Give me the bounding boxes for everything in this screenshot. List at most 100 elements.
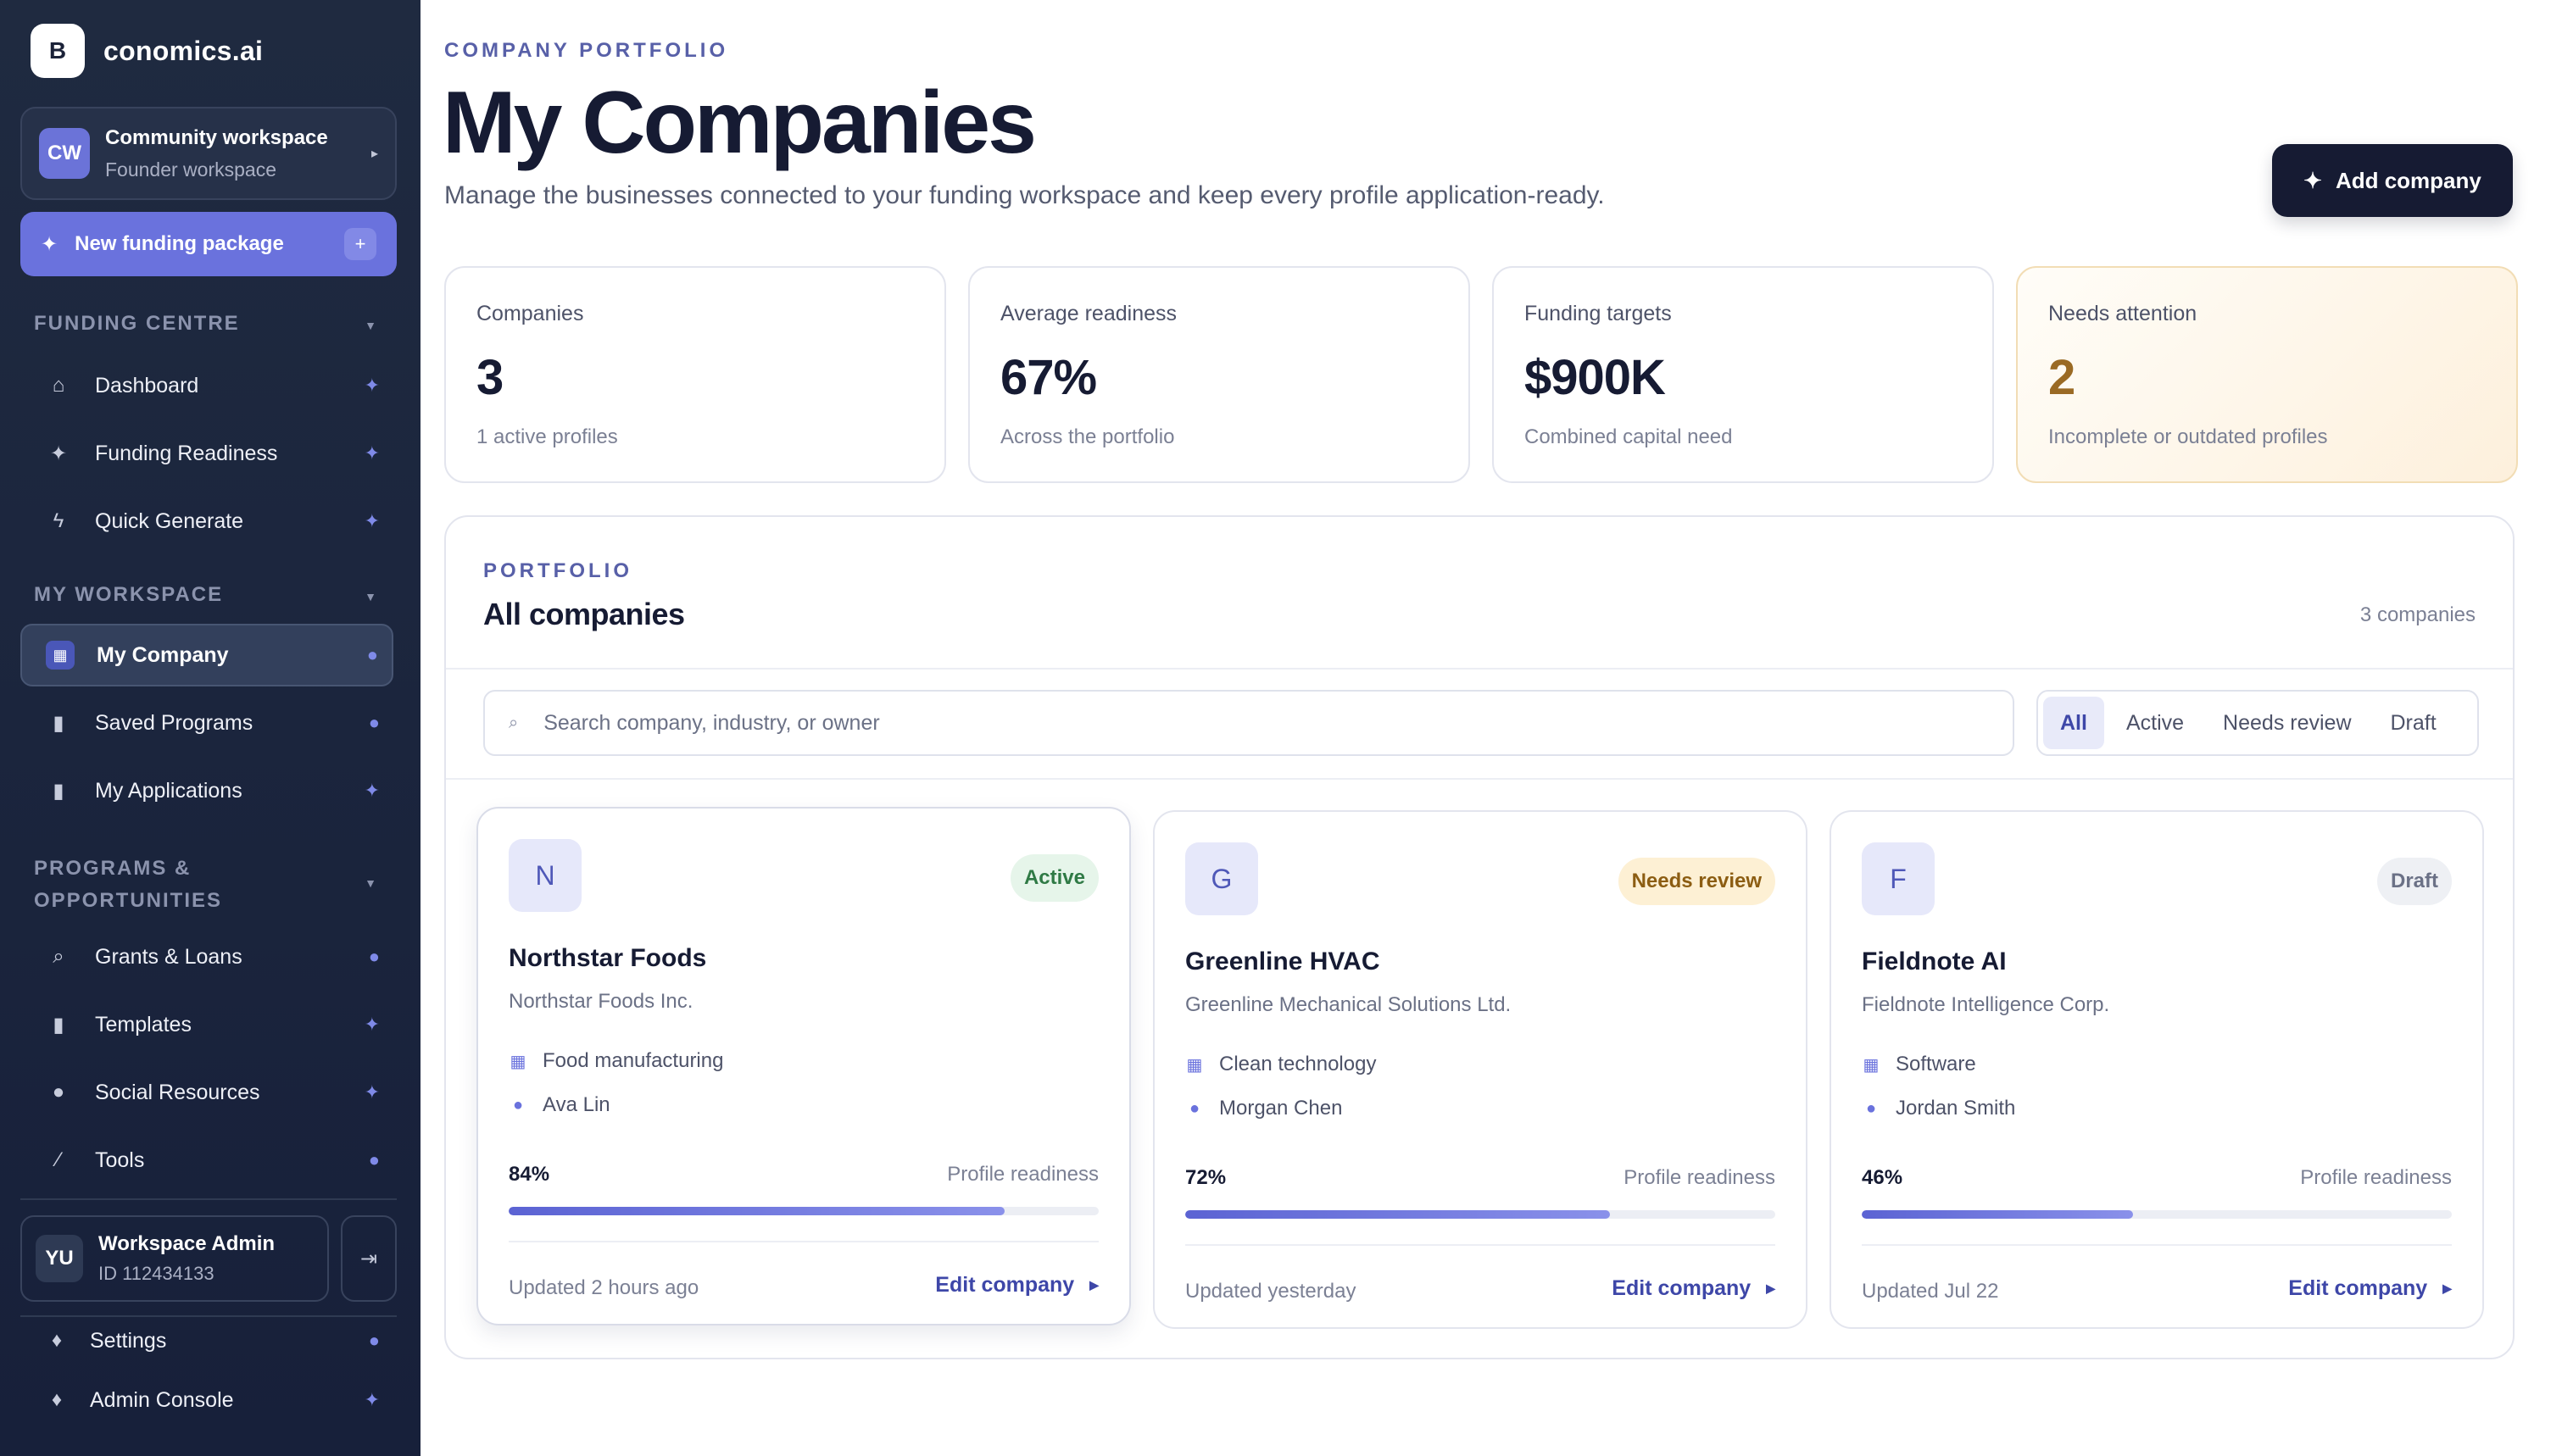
sidebar-item-label: My Applications: [95, 778, 242, 803]
stat-value: 67%: [1000, 350, 1097, 405]
person-icon: ●: [512, 1095, 524, 1114]
readiness-bar-fill: [509, 1207, 1005, 1215]
company-name: Greenline HVAC: [1185, 948, 1380, 975]
filter-needs-review[interactable]: Needs review: [2206, 697, 2368, 749]
section-title-line: OPPORTUNITIES: [34, 889, 223, 912]
person-icon: ●: [1189, 1098, 1200, 1118]
new-funding-package-button[interactable]: ✦ New funding package +: [20, 212, 397, 276]
company-owner: ● Morgan Chen: [1185, 1097, 1342, 1120]
edit-company-link[interactable]: Edit company ▶: [1612, 1276, 1775, 1301]
page-eyebrow: COMPANY PORTFOLIO: [444, 39, 729, 62]
person-icon: ●: [368, 1149, 380, 1170]
section-my-workspace[interactable]: MY WORKSPACE: [34, 583, 223, 607]
industry-text: Food manufacturing: [543, 1049, 724, 1072]
sidebar-item-my-applications[interactable]: ▮ My Applications ✦: [20, 759, 393, 822]
sparkle-icon: ✦: [2303, 167, 2322, 193]
edit-company-link[interactable]: Edit company ▶: [2288, 1276, 2452, 1301]
chevron-down-icon[interactable]: ▼: [365, 876, 376, 890]
grid-icon: ▦: [1863, 1055, 1880, 1075]
company-count: 3 companies: [2359, 603, 2476, 626]
sidebar-item-label: Settings: [90, 1328, 167, 1353]
sparkle-icon: ✦: [364, 1014, 380, 1035]
readiness-value: 84%: [509, 1163, 550, 1186]
brand-name: conomics.ai: [103, 35, 264, 66]
add-company-button[interactable]: ✦ Add company: [2272, 144, 2513, 217]
industry-text: Clean technology: [1219, 1053, 1377, 1075]
flask-icon: ♦: [51, 1388, 63, 1411]
updated-text: Updated yesterday: [1185, 1280, 1356, 1303]
sparkle-icon: ✦: [49, 442, 68, 465]
sidebar-item-settings[interactable]: ♦ Settings ●: [20, 1315, 393, 1366]
sidebar-item-label: Grants & Loans: [95, 944, 242, 969]
company-card-greenline-hvac[interactable]: G Needs review Greenline HVAC Greenline …: [1153, 810, 1807, 1329]
bolt-icon: ϟ: [53, 509, 64, 532]
company-card-fieldnote-ai[interactable]: F Draft Fieldnote AI Fieldnote Intellige…: [1830, 810, 2484, 1329]
status-filter: All Active Needs review Draft: [2036, 690, 2479, 756]
sparkle-icon: ✦: [364, 1081, 380, 1103]
sparkle-icon: ✦: [364, 375, 380, 396]
filter-active[interactable]: Active: [2109, 697, 2201, 749]
workspace-avatar: CW: [39, 128, 90, 179]
readiness-bar-fill: [1185, 1210, 1611, 1219]
account-id: ID 112434133: [98, 1263, 214, 1284]
chevron-right-icon: ▶: [2442, 1281, 2452, 1295]
chevron-down-icon[interactable]: ▼: [365, 319, 376, 332]
company-card-northstar-foods[interactable]: N Active Northstar Foods Northstar Foods…: [476, 807, 1131, 1325]
sidebar-item-label: Saved Programs: [95, 710, 253, 735]
company-logo: N: [509, 839, 582, 912]
chevron-right-icon: ▶: [1089, 1278, 1099, 1292]
filter-draft[interactable]: Draft: [2374, 697, 2453, 749]
sidebar-item-dashboard[interactable]: ⌂ Dashboard ✦: [20, 354, 393, 417]
sidebar-item-social-resources[interactable]: ● Social Resources ✦: [20, 1061, 393, 1124]
wand-icon: ⁄: [56, 1148, 60, 1171]
readiness-bar: [1185, 1210, 1775, 1219]
page-description: Manage the businesses connected to your …: [444, 181, 1605, 209]
sidebar-item-admin-console[interactable]: ♦ Admin Console ✦: [20, 1375, 393, 1425]
workspace-switcher[interactable]: CW Community workspace Founder workspace…: [20, 107, 397, 200]
account-name: Workspace Admin: [98, 1232, 276, 1255]
sidebar-divider: [20, 1198, 397, 1200]
sparkle-icon: ✦: [364, 780, 380, 801]
stat-value: 3: [476, 350, 504, 405]
search-field[interactable]: ⌕: [483, 690, 2014, 756]
person-icon: ●: [366, 644, 378, 665]
account-card[interactable]: YU Workspace Admin ID 112434133: [20, 1215, 329, 1302]
sidebar-item-funding-readiness[interactable]: ✦ Funding Readiness ✦: [20, 422, 393, 485]
sidebar-item-quick-generate[interactable]: ϟ Quick Generate ✦: [20, 490, 393, 553]
plus-icon: +: [344, 228, 376, 260]
sidebar-item-my-company[interactable]: ▦ My Company ●: [20, 624, 393, 686]
avatar: YU: [36, 1235, 83, 1282]
stat-label: Companies: [476, 302, 584, 325]
flask-icon: ♦: [51, 1329, 63, 1352]
search-icon: ⌕: [509, 713, 519, 732]
chevron-right-icon: ▸: [370, 147, 378, 161]
stat-label: Average readiness: [1000, 302, 1178, 325]
sidebar-item-tools[interactable]: ⁄ Tools ●: [20, 1129, 393, 1192]
edit-company-link[interactable]: Edit company ▶: [935, 1273, 1099, 1298]
sidebar-item-saved-programs[interactable]: ▮ Saved Programs ●: [20, 692, 393, 754]
readiness-label: Profile readiness: [1624, 1166, 1775, 1189]
company-industry: ▦ Software: [1862, 1053, 1976, 1076]
stat-subtext: Across the portfolio: [1000, 425, 1175, 448]
sidebar-item-templates[interactable]: ▮ Templates ✦: [20, 993, 393, 1056]
brand[interactable]: B conomics.ai: [31, 24, 263, 78]
company-logo: G: [1185, 842, 1258, 915]
chevron-down-icon[interactable]: ▼: [365, 590, 376, 603]
person-icon: ●: [368, 946, 380, 967]
stat-label: Funding targets: [1524, 302, 1672, 325]
company-logo: F: [1862, 842, 1935, 915]
section-programs-opportunities[interactable]: PROGRAMS & OPPORTUNITIES: [34, 853, 222, 917]
search-input[interactable]: [542, 709, 1989, 736]
stat-label: Needs attention: [2048, 302, 2197, 325]
workspace-name: Community workspace: [105, 125, 328, 149]
section-funding-centre[interactable]: FUNDING CENTRE: [34, 312, 240, 336]
filter-all[interactable]: All: [2043, 697, 2104, 749]
industry-text: Software: [1896, 1053, 1976, 1075]
logout-button[interactable]: ⇥: [341, 1215, 397, 1302]
readiness-value: 72%: [1185, 1166, 1227, 1189]
sidebar-item-label: Tools: [95, 1148, 145, 1172]
readiness-bar: [1862, 1210, 2452, 1219]
sidebar-item-grants-loans[interactable]: ⌕ Grants & Loans ●: [20, 925, 393, 988]
home-icon: ⌂: [52, 374, 65, 397]
stat-value: 2: [2048, 350, 2075, 405]
